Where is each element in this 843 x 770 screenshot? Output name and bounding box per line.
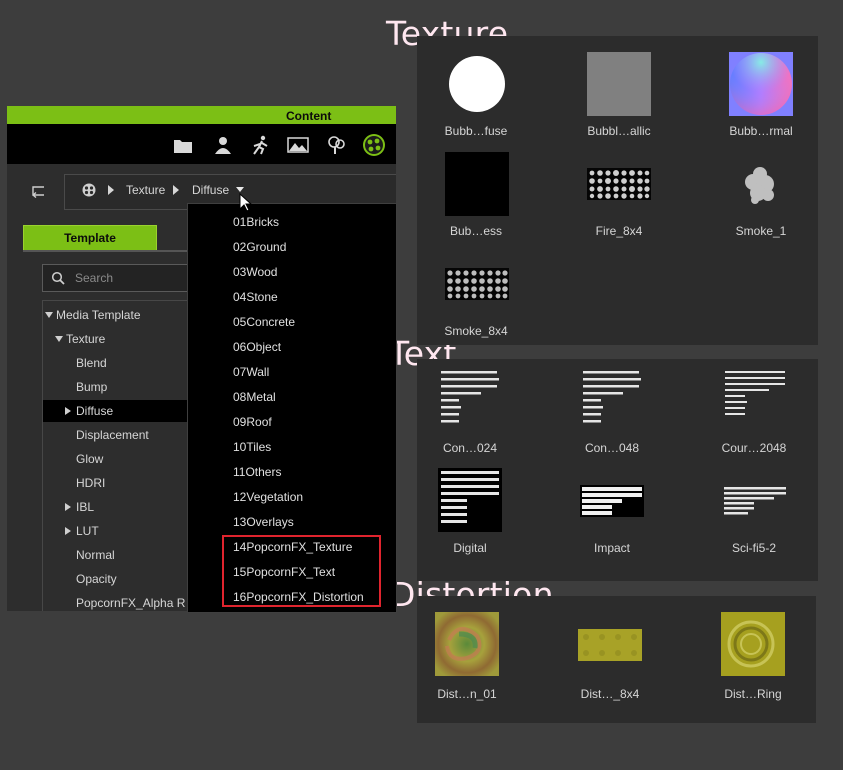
- ring-distortion-thumbnail[interactable]: [721, 612, 785, 676]
- thumbnail-label: Dist…n_01: [437, 687, 497, 701]
- content-header: Content: [7, 106, 396, 124]
- chevron-down-icon[interactable]: [236, 187, 244, 192]
- tree-item-hdri[interactable]: HDRI: [76, 472, 105, 494]
- menu-item-others[interactable]: 11Others: [233, 460, 281, 485]
- menu-item-concrete[interactable]: 05Concrete: [233, 310, 295, 335]
- menu-item-ground[interactable]: 02Ground: [233, 235, 286, 260]
- breadcrumb-item-diffuse[interactable]: Diffuse: [192, 183, 229, 197]
- collapse-arrow-icon[interactable]: [65, 503, 71, 511]
- thumbnail-label: Con…024: [442, 441, 498, 455]
- menu-item-wood[interactable]: 03Wood: [233, 260, 277, 285]
- expand-arrow-icon[interactable]: [55, 336, 63, 342]
- thumbnail-label: Digital: [453, 541, 487, 555]
- thumbnail-label: Bub…ess: [449, 224, 503, 238]
- font-atlas-thumbnail[interactable]: [722, 485, 786, 517]
- tree-item-media-template[interactable]: Media Template: [56, 304, 141, 326]
- thumbnail-label: Smoke_1: [735, 224, 787, 238]
- thumbnail-label: Con…048: [584, 441, 640, 455]
- font-atlas-thumbnail[interactable]: [438, 368, 502, 432]
- person-icon[interactable]: [212, 135, 234, 155]
- menu-item-overlays[interactable]: 13Overlays: [233, 510, 294, 535]
- thumbnail-label: Bubb…fuse: [444, 124, 508, 138]
- white-disc-thumbnail[interactable]: [448, 55, 506, 113]
- font-atlas-thumbnail[interactable]: [580, 368, 644, 432]
- thumbnail-label: Bubb…rmal: [729, 124, 793, 138]
- expand-arrow-icon[interactable]: [45, 312, 53, 318]
- normal-map-sphere-thumbnail[interactable]: [729, 52, 793, 116]
- breadcrumb-separator-icon: [108, 185, 114, 195]
- grid-distortion-thumbnail[interactable]: [578, 629, 642, 661]
- tree-icon[interactable]: [325, 135, 347, 155]
- tree-item-normal[interactable]: Normal: [76, 544, 115, 566]
- menu-item-stone[interactable]: 04Stone: [233, 285, 278, 310]
- thumbnail-label: Fire_8x4: [595, 224, 643, 238]
- folder-icon[interactable]: [172, 135, 194, 155]
- thumbnail-label: Sci-fi5-2: [731, 541, 776, 555]
- tree-item-popcornfx-alpha[interactable]: PopcornFX_Alpha R: [76, 592, 185, 611]
- tree-item-glow[interactable]: Glow: [76, 448, 103, 470]
- search-icon: [51, 271, 65, 285]
- tree-item-lut[interactable]: LUT: [76, 520, 99, 542]
- swirl-distortion-thumbnail[interactable]: [435, 612, 499, 676]
- tree-item-displacement[interactable]: Displacement: [76, 424, 149, 446]
- thumbnail-label: Dist…_8x4: [580, 687, 640, 701]
- collapse-arrow-icon[interactable]: [65, 527, 71, 535]
- collapse-arrow-icon[interactable]: [65, 407, 71, 415]
- thumbnail-label: Bubbl…allic: [587, 124, 651, 138]
- content-header-title: Content: [286, 109, 332, 123]
- thumbnail-label: Impact: [593, 541, 630, 555]
- smoke-sprite-sheet-thumbnail[interactable]: [445, 268, 509, 300]
- tree-item-diffuse[interactable]: Diffuse: [76, 400, 113, 422]
- font-atlas-thumbnail[interactable]: [722, 368, 786, 432]
- breadcrumb-root-icon[interactable]: [81, 182, 97, 198]
- search-input[interactable]: Search: [42, 264, 194, 292]
- smoke-puff-thumbnail[interactable]: [740, 162, 782, 208]
- breadcrumb-item-texture[interactable]: Texture: [126, 183, 165, 197]
- tree-item-texture[interactable]: Texture: [66, 328, 105, 350]
- black-square-thumbnail[interactable]: [445, 152, 509, 216]
- menu-item-object[interactable]: 06Object: [233, 335, 281, 360]
- menu-item-vegetation[interactable]: 12Vegetation: [233, 485, 303, 510]
- tab-template[interactable]: Template: [23, 225, 157, 251]
- thumbnail-label: Smoke_8x4: [444, 324, 508, 338]
- search-placeholder: Search: [75, 271, 114, 285]
- tree-item-bump[interactable]: Bump: [76, 376, 107, 398]
- thumbnail-label: Dist…Ring: [724, 687, 782, 701]
- tree-item-blend[interactable]: Blend: [76, 352, 107, 374]
- menu-item-bricks[interactable]: 01Bricks: [233, 210, 279, 235]
- menu-item-metal[interactable]: 08Metal: [233, 385, 276, 410]
- tree-item-ibl[interactable]: IBL: [76, 496, 94, 518]
- scene-icon[interactable]: [287, 135, 309, 155]
- motion-icon[interactable]: [250, 135, 272, 155]
- font-atlas-thumbnail[interactable]: [438, 468, 502, 532]
- popcornfx-highlight-box: [222, 535, 381, 607]
- fire-sprite-sheet-thumbnail[interactable]: [587, 168, 651, 200]
- thumbnail-label: Cour…2048: [721, 441, 787, 455]
- popcorn-fx-icon[interactable]: [361, 132, 387, 158]
- menu-item-tiles[interactable]: 10Tiles: [233, 435, 271, 460]
- breadcrumb-separator-icon: [173, 185, 179, 195]
- mouse-cursor-icon: [239, 193, 253, 212]
- menu-item-wall[interactable]: 07Wall: [233, 360, 269, 385]
- back-icon[interactable]: [28, 184, 46, 198]
- tree-item-opacity[interactable]: Opacity: [76, 568, 117, 590]
- font-atlas-thumbnail[interactable]: [580, 485, 644, 517]
- gray-square-thumbnail[interactable]: [587, 52, 651, 116]
- menu-item-roof[interactable]: 09Roof: [233, 410, 272, 435]
